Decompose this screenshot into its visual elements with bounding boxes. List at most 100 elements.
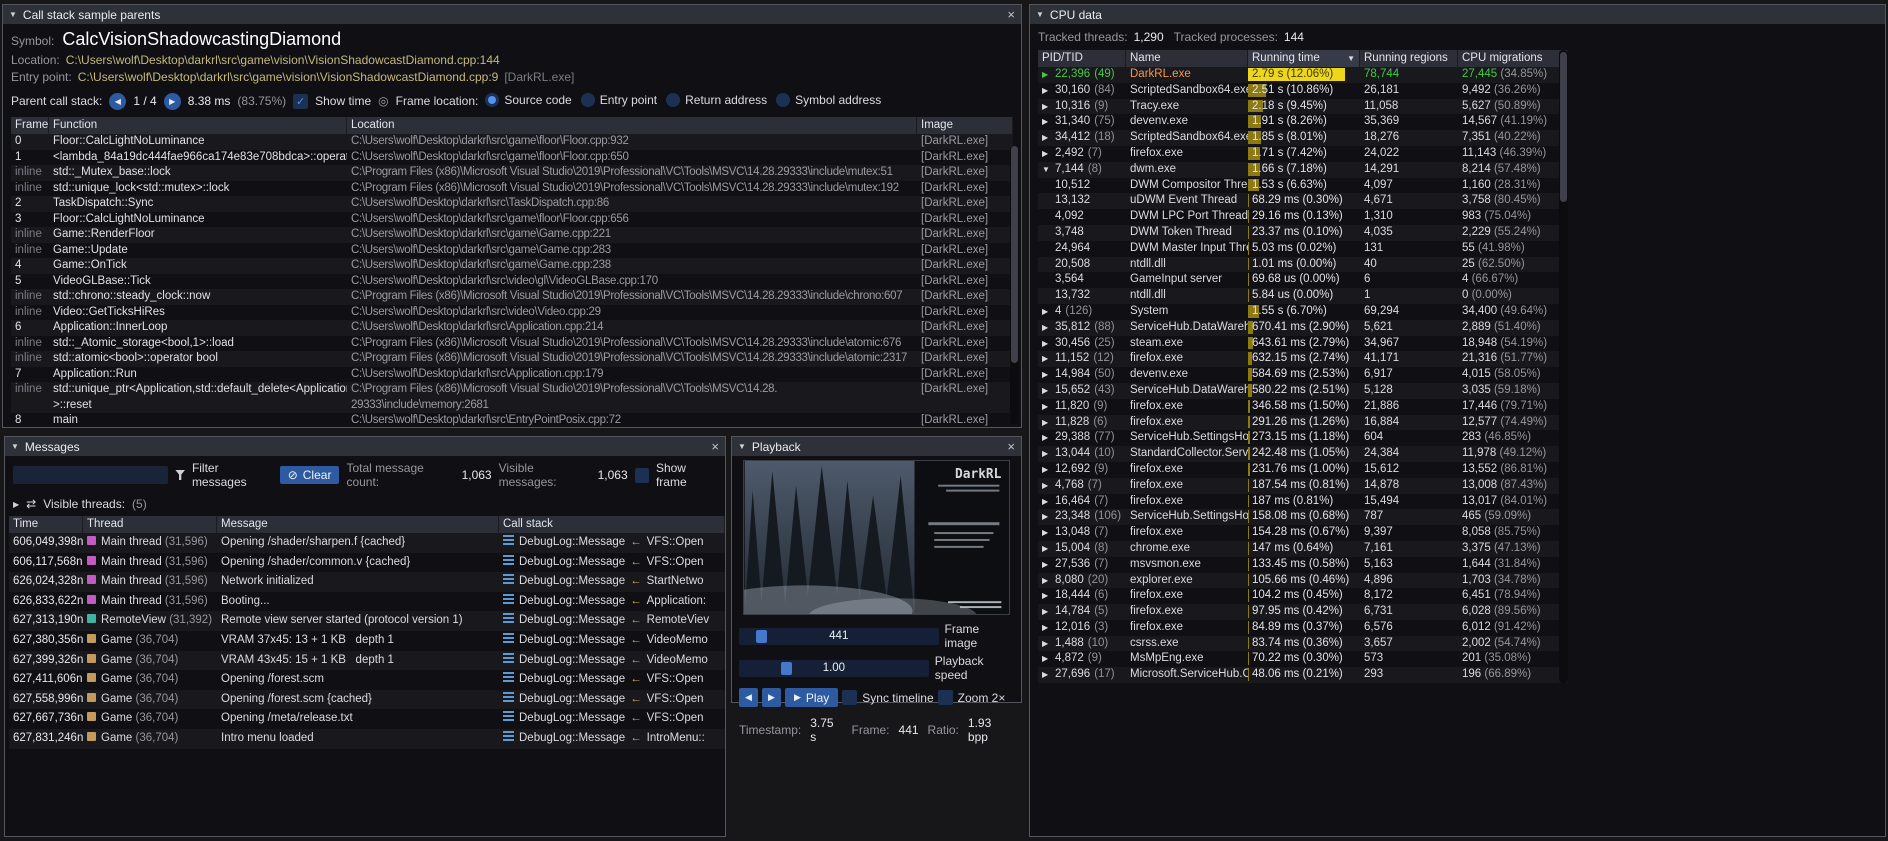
cpu-row[interactable]: 20,508ntdll.dll1.01 ms (0.00%)4025 (62.5…	[1038, 257, 1568, 273]
step-back-button[interactable]: ◀	[739, 688, 758, 707]
callstack-row[interactable]: inlineGame::UpdateC:\Users\wolf\Desktop\…	[11, 243, 1013, 259]
close-icon[interactable]: ×	[1007, 437, 1015, 456]
location-cell[interactable]: C:\Users\wolf\Desktop\darkrl\src\game\fl…	[347, 150, 917, 166]
callstack-row[interactable]: inlinestd::_Mutex_base::lockC:\Program F…	[11, 165, 1013, 181]
col-running-time[interactable]: Running time ▼	[1248, 50, 1360, 67]
callstack-row[interactable]: 3Floor::CalcLightNoLuminanceC:\Users\wol…	[11, 212, 1013, 228]
cpu-row[interactable]: ▶14,784(5)firefox.exe97.95 ms (0.42%)6,7…	[1038, 604, 1568, 620]
callstack-row[interactable]: inlinestd::atomic<bool>::operator boolC:…	[11, 351, 1013, 367]
callstack-list-icon[interactable]	[503, 672, 514, 682]
expand-row-icon[interactable]: ▶	[1042, 67, 1055, 83]
cpu-row[interactable]: 13,732ntdll.dll5.84 us (0.00%)10 (0.00%)	[1038, 288, 1568, 304]
collapse-icon[interactable]: ▼	[1036, 10, 1044, 19]
location-cell[interactable]: C:\Program Files (x86)\Microsoft Visual …	[347, 382, 917, 413]
message-row[interactable]: 627,313,190nsRemoteView (31,392)Remote v…	[9, 611, 725, 631]
sync-timeline-checkbox[interactable]: ✓	[842, 690, 857, 705]
cpu-row[interactable]: ▶12,016(3)firefox.exe84.89 ms (0.37%)6,5…	[1038, 620, 1568, 636]
cpu-row[interactable]: ▶14,984(50)devenv.exe584.69 ms (2.53%)6,…	[1038, 367, 1568, 383]
callstack-list-icon[interactable]	[503, 594, 514, 604]
callstack-row[interactable]: inlineVideo::GetTicksHiResC:\Users\wolf\…	[11, 305, 1013, 321]
visible-threads-label[interactable]: Visible threads:	[43, 497, 125, 511]
callstack-row[interactable]: inlinestd::chrono::steady_clock::nowC:\P…	[11, 289, 1013, 305]
clear-button[interactable]: ⊘ Clear	[280, 466, 340, 484]
callstack-cell[interactable]: DebugLog::Message←VideoMemo	[499, 631, 725, 651]
expand-row-icon[interactable]: ▶	[1042, 494, 1055, 510]
cpu-row[interactable]: ▶31,340(75)devenv.exe1.91 s (8.26%)35,36…	[1038, 114, 1568, 130]
cpu-row[interactable]: 13,132uDWM Event Thread68.29 ms (0.30%)4…	[1038, 193, 1568, 209]
show-time-checkbox[interactable]: ✓	[293, 94, 308, 109]
expand-row-icon[interactable]: ▶	[1042, 541, 1055, 557]
cpu-row[interactable]: ▶11,828(6)firefox.exe291.26 ms (1.26%)16…	[1038, 415, 1568, 431]
callstack-cell[interactable]: DebugLog::Message←VideoMemo	[499, 651, 725, 671]
expand-row-icon[interactable]: ▶	[1042, 304, 1055, 320]
cpu-row[interactable]: 3,748DWM Token Thread23.37 ms (0.10%)4,0…	[1038, 225, 1568, 241]
cpu-titlebar[interactable]: ▼ CPU data	[1030, 5, 1885, 24]
col-pid-tid[interactable]: PID/TID	[1038, 50, 1126, 67]
expand-row-icon[interactable]: ▶	[1042, 336, 1055, 352]
radio-return-address[interactable]: Return address	[666, 93, 767, 107]
expand-row-icon[interactable]: ▶	[1042, 478, 1055, 494]
expand-row-icon[interactable]: ▶	[1042, 620, 1055, 636]
visible-threads-expander-icon[interactable]: ▶	[13, 500, 19, 509]
expand-row-icon[interactable]: ▶	[1042, 525, 1055, 541]
expand-row-icon[interactable]: ▶	[1042, 509, 1055, 525]
callstack-row[interactable]: 4Game::OnTickC:\Users\wolf\Desktop\darkr…	[11, 258, 1013, 274]
expand-row-icon[interactable]: ▶	[1042, 573, 1055, 589]
expand-row-icon[interactable]: ▶	[1042, 99, 1055, 115]
cpu-row[interactable]: ▶4(126)System1.55 s (6.70%)69,29434,400 …	[1038, 304, 1568, 320]
cpu-row[interactable]: ▶22,396(49)DarkRL.exe2.79 s (12.06%)78,7…	[1038, 67, 1568, 83]
expand-row-icon[interactable]: ▶	[1042, 146, 1055, 162]
close-icon[interactable]: ×	[711, 437, 719, 456]
expand-row-icon[interactable]: ▶	[1042, 383, 1055, 399]
location-cell[interactable]: C:\Users\wolf\Desktop\darkrl\src\Applica…	[347, 320, 917, 336]
cpu-row[interactable]: ▶4,768(7)firefox.exe187.54 ms (0.81%)14,…	[1038, 478, 1568, 494]
expand-row-icon[interactable]: ▶	[1042, 114, 1055, 130]
collapse-icon[interactable]: ▼	[11, 442, 19, 451]
message-row[interactable]: 627,667,736nsGame (36,704)Opening /meta/…	[9, 709, 725, 729]
zoom-2x-checkbox[interactable]: ✓	[938, 690, 953, 705]
callstack-list-icon[interactable]	[503, 555, 514, 565]
callstack-list-icon[interactable]	[503, 613, 514, 623]
cpu-row[interactable]: ▶27,536(7)msvsmon.exe133.45 ms (0.58%)5,…	[1038, 557, 1568, 573]
location-cell[interactable]: C:\Users\wolf\Desktop\darkrl\src\video\V…	[347, 305, 917, 321]
location-cell[interactable]: C:\Users\wolf\Desktop\darkrl\src\game\Ga…	[347, 258, 917, 274]
callstack-list-icon[interactable]	[503, 574, 514, 584]
location-cell[interactable]: C:\Program Files (x86)\Microsoft Visual …	[347, 289, 917, 305]
cpu-row[interactable]: ▶11,152(12)firefox.exe632.15 ms (2.74%)4…	[1038, 351, 1568, 367]
filter-input[interactable]	[13, 466, 168, 484]
message-row[interactable]: 606,117,568nsMain thread (31,596)Opening…	[9, 553, 725, 573]
callstack-scrollbar[interactable]	[1010, 146, 1019, 424]
message-row[interactable]: 627,831,246nsGame (36,704)Intro menu loa…	[9, 729, 725, 749]
message-row[interactable]: 627,558,996nsGame (36,704)Opening /fores…	[9, 690, 725, 710]
collapse-icon[interactable]: ▼	[738, 442, 746, 451]
close-icon[interactable]: ×	[1007, 5, 1015, 24]
message-row[interactable]: 627,399,326nsGame (36,704)VRAM 43x45: 15…	[9, 651, 725, 671]
cpu-row[interactable]: 10,512DWM Compositor Thread1.53 s (6.63%…	[1038, 178, 1568, 194]
location-cell[interactable]: C:\Program Files (x86)\Microsoft Visual …	[347, 351, 917, 367]
cpu-row[interactable]: ▶23,348(106)ServiceHub.SettingsHost158.0…	[1038, 509, 1568, 525]
message-row[interactable]: 626,833,622nsMain thread (31,596)Booting…	[9, 592, 725, 612]
cpu-row[interactable]: ▶34,412(18)ScriptedSandbox64.exe1.85 s (…	[1038, 130, 1568, 146]
frame-image-slider[interactable]: 441	[739, 628, 939, 645]
col-name[interactable]: Name	[1126, 50, 1248, 67]
cpu-row[interactable]: ▶2,492(7)firefox.exe1.71 s (7.42%)24,022…	[1038, 146, 1568, 162]
col-cpu-migrations[interactable]: CPU migrations	[1458, 50, 1568, 67]
message-row[interactable]: 606,049,398nsMain thread (31,596)Opening…	[9, 533, 725, 553]
message-row[interactable]: 627,411,606nsGame (36,704)Opening /fores…	[9, 670, 725, 690]
messages-titlebar[interactable]: ▼ Messages ×	[5, 437, 725, 456]
cpu-row[interactable]: ▶12,692(9)firefox.exe231.76 ms (1.00%)15…	[1038, 462, 1568, 478]
cpu-row[interactable]: ▶35,812(88)ServiceHub.DataWarehou670.41 …	[1038, 320, 1568, 336]
message-row[interactable]: 626,024,328nsMain thread (31,596)Network…	[9, 572, 725, 592]
callstack-row[interactable]: 5VideoGLBase::TickC:\Users\wolf\Desktop\…	[11, 274, 1013, 290]
scrollbar-thumb[interactable]	[1560, 52, 1567, 202]
callstack-list-icon[interactable]	[503, 731, 514, 741]
callstack-row[interactable]: inlinestd::_Atomic_storage<bool,1>::load…	[11, 336, 1013, 352]
cpu-row[interactable]: ▼7,144(8)dwm.exe1.66 s (7.18%)14,2918,21…	[1038, 162, 1568, 178]
expand-row-icon[interactable]: ▶	[1042, 320, 1055, 336]
callstack-cell[interactable]: DebugLog::Message←VFS::Open	[499, 709, 725, 729]
playback-titlebar[interactable]: ▼ Playback ×	[732, 437, 1021, 456]
callstack-list-icon[interactable]	[503, 633, 514, 643]
radio-entry-point[interactable]: Entry point	[581, 93, 657, 107]
callstack-cell[interactable]: DebugLog::Message←VFS::Open	[499, 533, 725, 553]
step-forward-button[interactable]: ▶	[762, 688, 781, 707]
